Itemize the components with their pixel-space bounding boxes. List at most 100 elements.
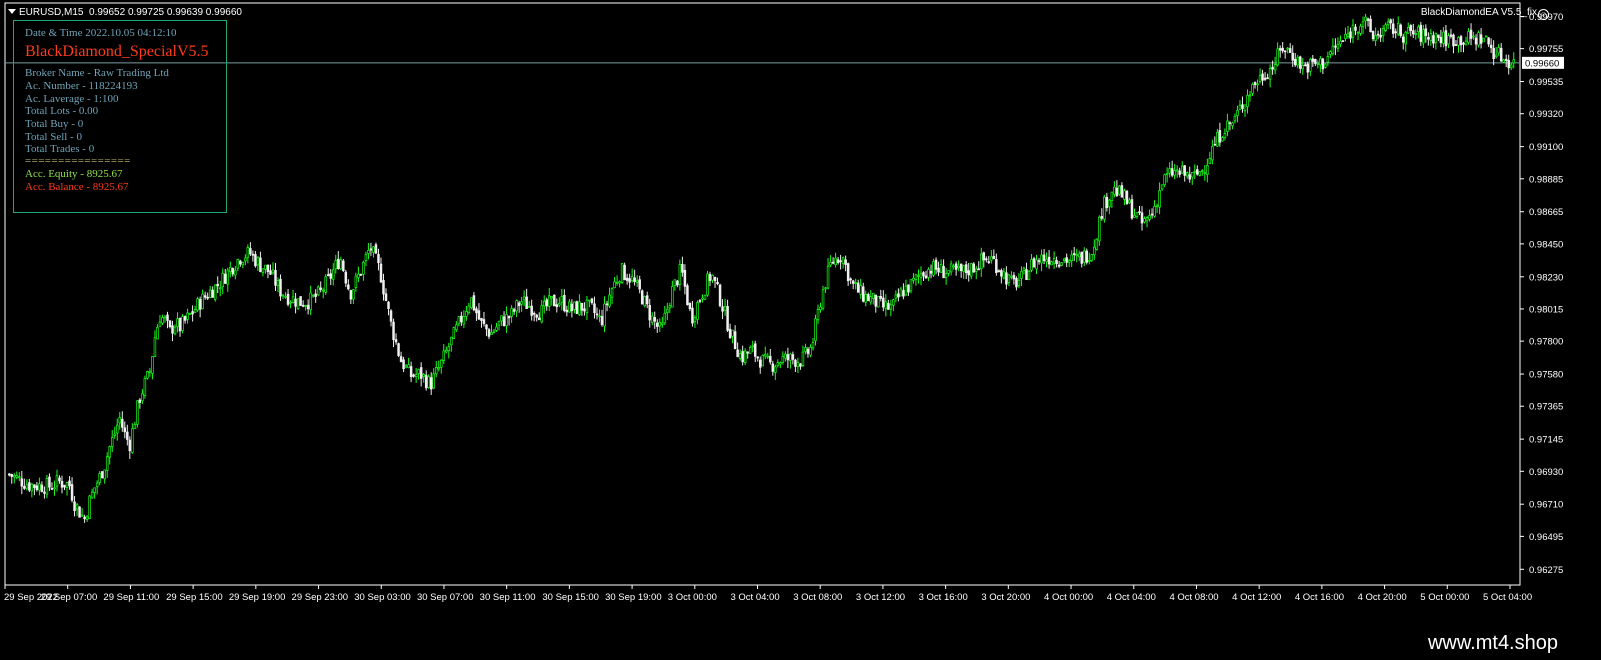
candle-bull xyxy=(1484,35,1488,38)
candle-bull xyxy=(1296,56,1299,66)
candle-bear xyxy=(1304,64,1307,67)
candle-bull xyxy=(1344,33,1347,40)
candle-bull xyxy=(1339,40,1342,45)
candle-bull xyxy=(1067,259,1071,263)
candle-bear xyxy=(638,279,641,290)
candle-bull xyxy=(13,475,16,478)
candle-bear xyxy=(329,273,332,279)
candle-bear xyxy=(1196,169,1199,175)
candle-bull xyxy=(892,299,895,306)
panel-balance: Acc. Balance - 8925.67 xyxy=(25,181,129,193)
candle-bear xyxy=(681,263,684,273)
candle-bull xyxy=(354,275,358,288)
price-chart[interactable]: 0.999700.997550.995350.993200.991000.988… xyxy=(0,0,1601,623)
candle-bull xyxy=(1060,262,1063,266)
time-axis-label: 29 Sep 19:00 xyxy=(229,592,286,603)
candle-bear xyxy=(1424,28,1428,36)
candle-bull xyxy=(615,281,619,284)
candle-bull xyxy=(1386,21,1390,26)
candle-bear xyxy=(402,359,405,370)
candle-bear xyxy=(1401,36,1405,43)
candle-bear xyxy=(191,311,194,315)
candle-bear xyxy=(475,308,478,314)
candle-bull xyxy=(671,286,674,308)
candle-bull xyxy=(1062,258,1066,261)
candle-bear xyxy=(206,296,209,299)
candle-bull xyxy=(244,257,247,262)
candle-bear xyxy=(1047,256,1051,265)
price-axis-label: 0.98015 xyxy=(1529,304,1563,315)
candle-bull xyxy=(1082,250,1086,263)
candle-bear xyxy=(1487,37,1490,45)
candle-bull xyxy=(1050,261,1053,266)
candle-bear xyxy=(33,484,36,488)
candle-bear xyxy=(480,318,483,321)
candle-bear xyxy=(384,293,388,301)
candle-bull xyxy=(193,309,197,313)
candle-bull xyxy=(1326,56,1330,63)
candle-bear xyxy=(972,263,975,273)
candle-bull xyxy=(1103,196,1106,220)
candle-bear xyxy=(633,277,636,282)
price-axis-label: 0.96930 xyxy=(1529,467,1563,478)
candle-bull xyxy=(213,284,217,300)
candle-bull xyxy=(18,476,21,479)
candle-bear xyxy=(166,314,169,321)
chart-menu-triangle-icon[interactable] xyxy=(8,9,16,14)
candle-bear xyxy=(48,476,51,488)
candle-bull xyxy=(1007,274,1011,283)
candle-bear xyxy=(708,273,712,282)
candle-bear xyxy=(595,313,599,316)
candle-bear xyxy=(879,296,883,299)
candle-bull xyxy=(558,303,561,306)
candle-bull xyxy=(490,332,493,335)
candle-bull xyxy=(188,313,192,315)
candle-bear xyxy=(686,285,689,306)
time-axis-label: 29 Sep 11:00 xyxy=(103,592,159,603)
candle-bull xyxy=(1231,122,1234,126)
candle-bull xyxy=(522,296,526,301)
candle-bear xyxy=(1283,50,1287,53)
candle-bear xyxy=(861,286,865,302)
candle-bull xyxy=(723,305,727,311)
panel-equity: Acc. Equity - 8925.67 xyxy=(25,168,123,180)
candle-bull xyxy=(573,301,576,310)
chart-window[interactable]: 0.99970 0.99755 0.99535 0.99320 0.99100 0.988… xyxy=(0,0,1601,623)
candle-bull xyxy=(158,321,162,327)
candle-bear xyxy=(1072,253,1076,256)
candle-bear xyxy=(1170,168,1174,176)
candle-bear xyxy=(1462,42,1465,45)
candle-bear xyxy=(123,427,127,433)
time-axis-label: 30 Sep 11:00 xyxy=(480,592,536,603)
candle-bull xyxy=(497,320,501,326)
candle-bear xyxy=(653,317,657,322)
candle-bull xyxy=(161,317,164,324)
candle-bear xyxy=(1005,272,1008,285)
candle-bull xyxy=(1494,54,1498,58)
candle-bull xyxy=(437,367,441,370)
candle-bull xyxy=(173,326,177,335)
candle-bear xyxy=(1261,73,1264,81)
candle-bull xyxy=(1148,215,1151,220)
smiley-face-icon[interactable]: ☺ xyxy=(1538,9,1549,20)
candle-bull xyxy=(1002,271,1006,279)
candle-bear xyxy=(259,257,262,273)
candle-bull xyxy=(38,483,41,491)
candle-bull xyxy=(181,316,184,331)
candle-bear xyxy=(987,261,991,263)
candle-bull xyxy=(1128,199,1131,204)
candle-bull xyxy=(467,305,471,314)
candle-bull xyxy=(45,478,49,495)
candle-bull xyxy=(738,353,742,359)
candle-bull xyxy=(1191,172,1194,178)
candle-bull xyxy=(914,274,918,280)
price-axis-label: 0.96495 xyxy=(1529,532,1563,543)
candle-bear xyxy=(992,255,996,259)
candle-bear xyxy=(397,343,400,356)
candle-bear xyxy=(1130,199,1134,219)
candle-bull xyxy=(548,295,551,307)
candle-bull xyxy=(218,287,222,290)
candle-bull xyxy=(980,253,983,270)
candle-bear xyxy=(713,276,717,282)
candle-bear xyxy=(565,309,569,313)
